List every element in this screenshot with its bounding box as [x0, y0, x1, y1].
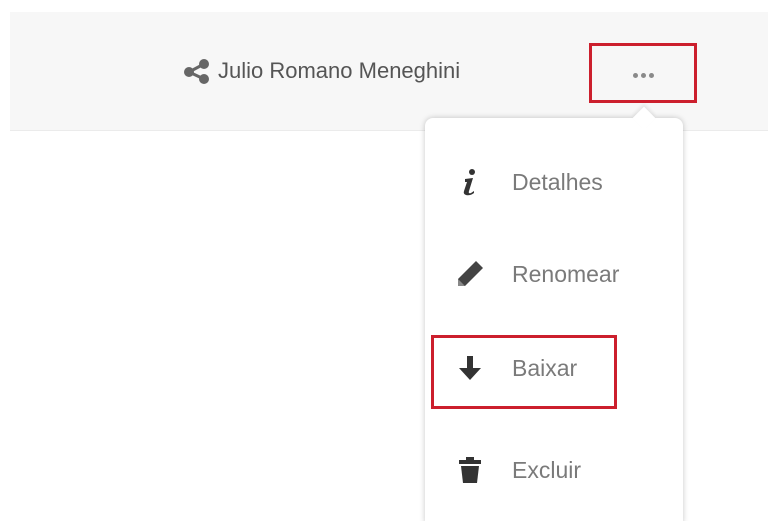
trash-icon [455, 455, 485, 485]
actions-dropdown: Detalhes Renomear Baixar Excluir [425, 106, 683, 521]
menu-item-label: Detalhes [512, 168, 603, 195]
download-icon [455, 353, 485, 383]
page: Julio Romano Meneghini Detalhes Renomear… [0, 0, 768, 521]
menu-item-renomear[interactable]: Renomear [425, 244, 683, 304]
more-options-icon [632, 72, 654, 78]
shared-by-link[interactable]: Julio Romano Meneghini [182, 56, 460, 86]
menu-item-label: Baixar [512, 354, 578, 381]
menu-item-baixar[interactable]: Baixar [425, 338, 683, 398]
more-options-button[interactable] [589, 43, 697, 103]
menu-item-label: Renomear [512, 260, 620, 287]
menu-item-detalhes[interactable]: Detalhes [425, 152, 683, 212]
menu-item-label: Excluir [512, 456, 582, 483]
owner-name: Julio Romano Meneghini [218, 58, 461, 83]
share-icon [182, 58, 212, 84]
info-icon [455, 167, 485, 197]
pencil-icon [455, 259, 485, 289]
menu-item-excluir[interactable]: Excluir [425, 440, 683, 500]
